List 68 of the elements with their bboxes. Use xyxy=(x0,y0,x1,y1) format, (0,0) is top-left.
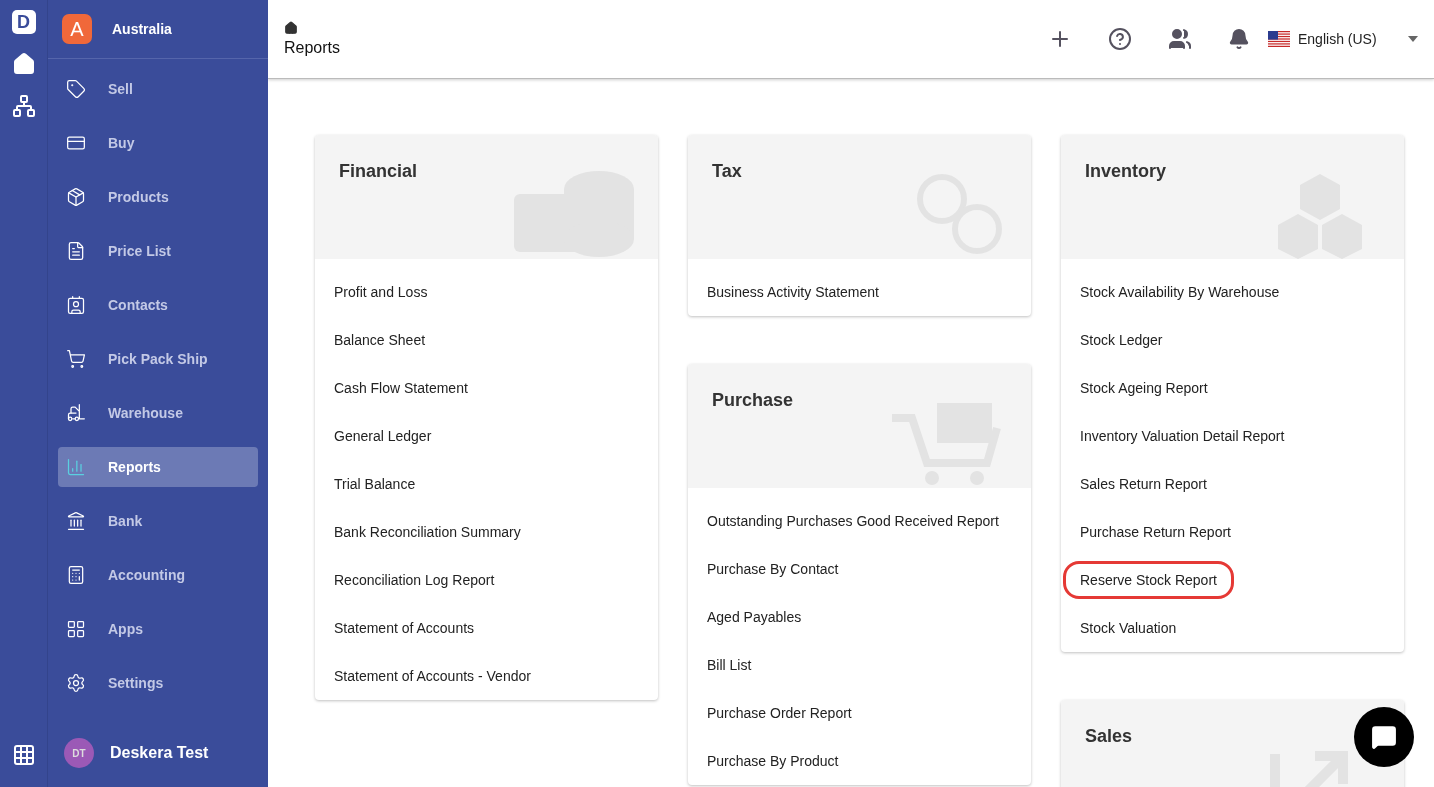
report-link[interactable]: Stock Ageing Report xyxy=(1063,369,1225,407)
language-selector[interactable]: English (US) xyxy=(1298,31,1400,47)
report-link[interactable]: Reserve Stock Report xyxy=(1063,561,1234,599)
calculator-icon xyxy=(66,565,86,585)
caret-icon[interactable] xyxy=(1408,36,1418,42)
box-icon xyxy=(66,187,86,207)
report-link[interactable]: Purchase Order Report xyxy=(690,694,869,732)
card-title: Tax xyxy=(712,161,742,181)
help-icon[interactable] xyxy=(1108,27,1132,51)
grid-icon xyxy=(66,619,86,639)
sidebar-item[interactable]: Apps xyxy=(58,609,258,649)
sidebar-item[interactable]: Products xyxy=(58,177,258,217)
contact-icon xyxy=(66,295,86,315)
report-link[interactable]: Reconciliation Log Report xyxy=(317,561,512,599)
home-icon[interactable] xyxy=(11,52,36,76)
report-link[interactable]: Trial Balance xyxy=(317,465,433,503)
money-icon xyxy=(514,169,634,259)
report-link[interactable]: Cash Flow Statement xyxy=(317,369,485,407)
forklift-icon xyxy=(66,403,86,423)
report-link[interactable]: Bill List xyxy=(690,646,769,684)
report-link[interactable]: Purchase By Product xyxy=(690,742,856,780)
card-title: Purchase xyxy=(712,390,794,410)
report-link[interactable]: Business Activity Statement xyxy=(690,273,896,311)
report-link[interactable]: Stock Valuation xyxy=(1063,609,1194,647)
sidebar-item[interactable]: Sell xyxy=(58,69,258,109)
app-logo[interactable]: D xyxy=(11,10,36,34)
sidebar-item[interactable]: Settings xyxy=(58,663,258,703)
tag-icon xyxy=(66,79,86,99)
card-title: Inventory xyxy=(1085,161,1167,181)
report-link[interactable]: Purchase Return Report xyxy=(1063,513,1248,551)
bank-icon xyxy=(66,511,86,531)
report-link[interactable]: Balance Sheet xyxy=(317,321,443,359)
sidebar-item[interactable]: Bank xyxy=(58,501,258,541)
report-link[interactable]: Bank Reconciliation Summary xyxy=(317,513,538,551)
report-link[interactable]: Aged Payables xyxy=(690,598,819,636)
user-name[interactable]: Deskera Test xyxy=(110,744,209,762)
card-title: Financial xyxy=(339,161,418,181)
sidebar-item[interactable]: Price List xyxy=(58,231,258,271)
cart-icon xyxy=(66,349,86,369)
report-link[interactable]: Sales Return Report xyxy=(1063,465,1224,503)
bell-icon[interactable] xyxy=(1228,28,1250,50)
sidebar-item[interactable]: Buy xyxy=(58,123,258,163)
report-link[interactable]: Purchase By Contact xyxy=(690,550,856,588)
page-title: Reports xyxy=(284,39,342,57)
sidebar-item[interactable]: Reports xyxy=(58,447,258,487)
report-link[interactable]: General Ledger xyxy=(317,417,449,455)
sidebar-item[interactable]: Accounting xyxy=(58,555,258,595)
report-link[interactable]: Statement of Accounts - Vendor xyxy=(317,657,548,695)
apps-grid-icon[interactable] xyxy=(11,743,36,767)
bar-chart-icon xyxy=(66,457,86,477)
sidebar-item[interactable]: Warehouse xyxy=(58,393,258,433)
report-link[interactable]: Statement of Accounts xyxy=(317,609,492,647)
card-title: Sales xyxy=(1085,726,1133,746)
report-link[interactable]: Stock Ledger xyxy=(1063,321,1180,359)
report-link[interactable]: Inventory Valuation Detail Report xyxy=(1063,417,1302,455)
report-link[interactable]: Outstanding Purchases Good Received Report xyxy=(690,502,1016,540)
home-icon[interactable] xyxy=(284,21,298,35)
flag-icon xyxy=(1268,31,1290,47)
report-link[interactable]: Stock Availability By Warehouse xyxy=(1063,273,1297,311)
sidebar-item[interactable]: Pick Pack Ship xyxy=(58,339,258,379)
org-name[interactable]: Australia xyxy=(112,21,172,37)
report-link[interactable]: Profit and Loss xyxy=(317,273,445,311)
settings-icon xyxy=(66,673,86,693)
chat-icon xyxy=(1371,724,1397,750)
users-icon[interactable] xyxy=(1168,27,1192,51)
hierarchy-icon[interactable] xyxy=(11,94,36,118)
document-icon xyxy=(66,241,86,261)
sidebar-item[interactable]: Contacts xyxy=(58,285,258,325)
